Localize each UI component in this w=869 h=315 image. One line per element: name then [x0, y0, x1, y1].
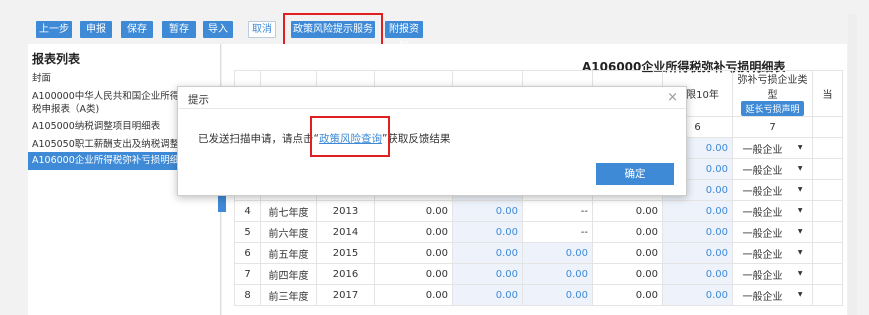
- enterprise-type-select[interactable]: 一般企业: [743, 183, 803, 198]
- policy-risk-query-link[interactable]: 政策风险查询: [319, 133, 382, 145]
- dialog-title: 提示: [188, 94, 209, 106]
- enterprise-type-select[interactable]: 一般企业: [743, 204, 803, 219]
- attached-docs-button[interactable]: 附报资料: [385, 21, 423, 52]
- dialog-message: 已发送扫描申请，请点击“政策风险查询”获取反馈结果: [198, 131, 450, 146]
- loss-type-label: 弥补亏损企业类型: [737, 75, 808, 101]
- enterprise-type-select[interactable]: 一般企业: [743, 141, 803, 156]
- dang-header: 当: [812, 70, 843, 117]
- enterprise-type-select[interactable]: 一般企业: [743, 225, 803, 240]
- enterprise-type-select[interactable]: 一般企业: [743, 246, 803, 261]
- table-row: 6 前五年度 2015 0.00 0.00 0.00 0.00 0.00 一般企业: [234, 242, 843, 264]
- cancel-button[interactable]: 取消: [248, 21, 276, 38]
- toolbar: 上一步 申报 保存 暂存 导入 取消 政策风险提示服务 附报资料: [0, 0, 869, 52]
- loss-type-header: 弥补亏损企业类型 延长亏损声明: [732, 70, 813, 117]
- dialog-message-pre: 已发送扫描申请，请点击“: [198, 133, 319, 145]
- dialog-message-post: ”获取反馈结果: [381, 133, 451, 145]
- app-root: 上一步 申报 保存 暂存 导入 取消 政策风险提示服务 附报资料 报表列表 封面…: [0, 0, 869, 315]
- table-row: 4 前七年度 2013 0.00 0.00 -- 0.00 0.00 一般企业: [234, 200, 843, 222]
- enterprise-type-select[interactable]: 一般企业: [743, 162, 803, 177]
- temp-save-button[interactable]: 暂存: [162, 21, 196, 38]
- enterprise-type-select[interactable]: 一般企业: [743, 288, 803, 303]
- enterprise-type-select[interactable]: 一般企业: [743, 267, 803, 282]
- sidebar-item-cover[interactable]: 封面: [28, 70, 221, 84]
- dialog-header: 提示 ×: [178, 87, 686, 109]
- sidebar-title: 报表列表: [32, 52, 81, 66]
- close-icon[interactable]: ×: [667, 90, 678, 105]
- extend-loss-button[interactable]: 延长亏损声明: [741, 101, 804, 116]
- prev-step-button[interactable]: 上一步: [36, 21, 72, 38]
- table-row: 7 前四年度 2016 0.00 0.00 0.00 0.00 0.00 一般企业: [234, 263, 843, 285]
- declare-button[interactable]: 申报: [80, 21, 112, 38]
- ok-button[interactable]: 确定: [596, 163, 674, 185]
- table-row: 8 前三年度 2017 0.00 0.00 0.00 0.00 0.00 一般企业: [234, 284, 843, 306]
- col-7-header: 7: [732, 116, 813, 138]
- notice-dialog: 提示 × 已发送扫描申请，请点击“政策风险查询”获取反馈结果 确定: [177, 86, 687, 196]
- save-button[interactable]: 保存: [121, 21, 153, 38]
- import-button[interactable]: 导入: [203, 21, 233, 38]
- vertical-scrollbar[interactable]: [848, 14, 857, 315]
- policy-risk-service-button[interactable]: 政策风险提示服务: [291, 21, 375, 38]
- table-row: 5 前六年度 2014 0.00 0.00 -- 0.00 0.00 一般企业: [234, 221, 843, 243]
